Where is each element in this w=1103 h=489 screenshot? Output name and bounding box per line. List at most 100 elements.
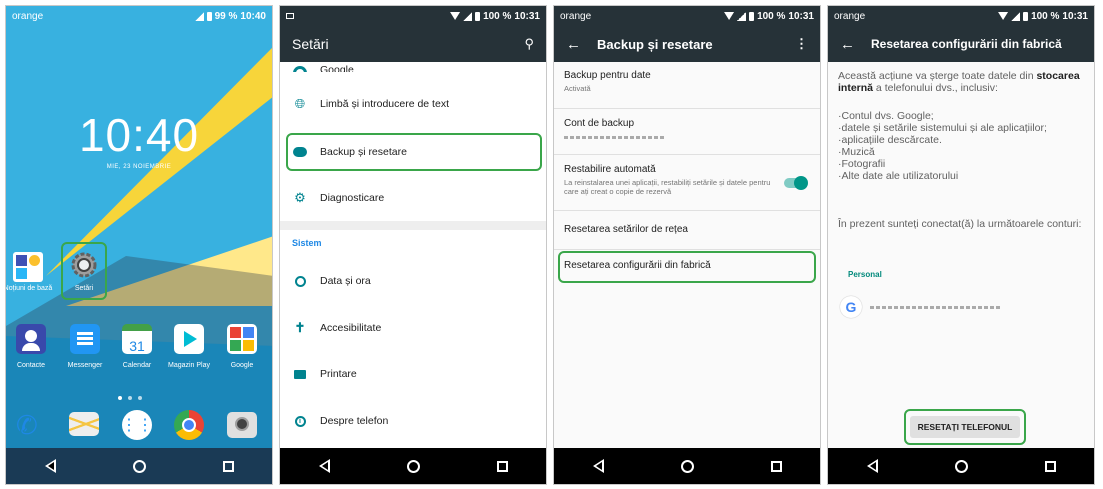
status-time: 10:40 [240, 10, 266, 22]
data-list: ·Contul dvs. Google; ·datele și setările… [838, 110, 1088, 182]
status-time: 10:31 [788, 10, 814, 22]
section-header-system: Sistem [292, 238, 322, 248]
clock-widget[interactable]: 10:40 [6, 108, 272, 162]
item-title: Cont de backup [564, 118, 635, 129]
app-drawer-icon[interactable]: ⋮⋮ [121, 410, 153, 440]
highlight-reset-button [904, 409, 1026, 445]
item-title: Resetarea setărilor de rețea [564, 224, 688, 235]
status-bar: orange 100 % 10:31 [554, 6, 820, 26]
calendar-icon[interactable]: 31 [122, 324, 152, 354]
page-indicator [118, 396, 142, 400]
auto-restore-toggle[interactable] [784, 176, 808, 190]
back-arrow-icon[interactable]: ← [840, 36, 855, 53]
divider [554, 249, 820, 250]
messenger-icon[interactable] [70, 324, 100, 354]
settings-item-language[interactable]: 🌐︎ Limbă și introducere de text [280, 81, 546, 127]
google-folder-label: Google [230, 362, 254, 369]
email-icon[interactable] [69, 412, 99, 436]
recents-icon[interactable] [1044, 460, 1056, 472]
item-title: Backup pentru date [564, 70, 651, 81]
settings-item-label: Printare [320, 368, 357, 380]
phone-icon[interactable]: ✆ [16, 410, 46, 440]
settings-item-label: Data și ora [320, 275, 371, 287]
battery-percent: 99 % [214, 10, 238, 22]
home-icon[interactable] [132, 459, 146, 473]
settings-item-label: Google [320, 64, 354, 72]
settings-item-accessibility[interactable]: ✝ Accesibilitate [280, 305, 546, 351]
back-icon[interactable] [44, 459, 56, 473]
home-icon[interactable] [954, 459, 968, 473]
carrier-label: orange [560, 10, 592, 22]
back-icon[interactable] [318, 459, 330, 473]
settings-item-label: Accesibilitate [320, 322, 382, 334]
printer-icon [294, 369, 306, 379]
highlight-settings [61, 242, 107, 300]
status-bar: 100 % 10:31 [280, 6, 546, 26]
overflow-menu-icon[interactable]: ⋮ [795, 36, 808, 52]
screenshot-icon [286, 12, 294, 19]
home-screen-panel: orange 99 % 10:40 10:40 MIE, 23 NOIEMBRIE… [5, 5, 273, 485]
home-icon[interactable] [406, 459, 420, 473]
settings-item-printing[interactable]: Printare [280, 351, 546, 397]
settings-item-label: Despre telefon [320, 415, 389, 427]
wifi-icon [998, 12, 1009, 20]
home-icon[interactable] [680, 459, 694, 473]
backup-data-item[interactable]: Backup pentru date Activată [564, 70, 812, 93]
blurred-account [564, 136, 664, 139]
google-icon: G [840, 296, 862, 318]
signal-icon [194, 11, 204, 21]
date-label: MIE, 23 NOIEMBRIE [106, 164, 172, 170]
nav-bar [6, 448, 272, 484]
settings-item-diagnostics[interactable]: ⚙ Diagnosticare [280, 175, 546, 221]
backup-account-item[interactable]: Cont de backup [564, 118, 812, 139]
carrier-label: orange [12, 10, 44, 22]
settings-item-google[interactable]: Google [280, 52, 546, 72]
signal-icon [1011, 11, 1021, 21]
item-subtitle: Activată [564, 84, 591, 93]
clock-icon [294, 275, 306, 287]
battery-icon [749, 11, 755, 21]
list-item: ·Fotografii [838, 158, 886, 170]
recents-icon[interactable] [222, 460, 234, 472]
auto-restore-item[interactable]: Restabilire automată La reinstalarea une… [564, 164, 774, 196]
getting-started-label: Noțiuni de bază [5, 285, 53, 292]
back-icon[interactable] [866, 459, 878, 473]
calendar-label: Calendar [122, 362, 152, 369]
divider [554, 210, 820, 211]
section-divider [280, 221, 546, 230]
list-item: ·Muzică [838, 146, 875, 158]
contacts-icon[interactable] [16, 324, 46, 354]
divider [554, 154, 820, 155]
play-store-icon[interactable] [174, 324, 204, 354]
item-subtitle: La reinstalarea unei aplicații, restabil… [564, 178, 771, 196]
recents-icon[interactable] [496, 460, 508, 472]
wifi-icon [724, 12, 735, 20]
intro-part: Această acțiune va șterge toate datele d… [838, 70, 1037, 82]
status-bar: orange 99 % 10:40 [6, 6, 272, 26]
back-icon[interactable] [592, 459, 604, 473]
settings-item-date-time[interactable]: Data și ora [280, 258, 546, 304]
divider [554, 108, 820, 109]
page-title: Backup și resetare [597, 36, 713, 52]
battery-icon [1023, 11, 1029, 21]
nav-bar [280, 448, 546, 484]
item-title: Restabilire automată [564, 164, 656, 175]
status-time: 10:31 [1062, 10, 1088, 22]
chrome-icon[interactable] [174, 410, 204, 440]
getting-started-icon[interactable] [13, 252, 43, 282]
recents-icon[interactable] [770, 460, 782, 472]
battery-icon [206, 11, 212, 21]
status-time: 10:31 [514, 10, 540, 22]
search-icon[interactable]: ⚲ [524, 36, 534, 52]
page-title: Resetarea configurării din fabrică [871, 37, 1062, 51]
battery-percent: 100 % [1031, 10, 1060, 22]
signal-icon [463, 11, 473, 21]
google-folder-icon[interactable] [227, 324, 257, 354]
back-arrow-icon[interactable]: ← [566, 36, 581, 53]
camera-icon[interactable] [227, 412, 257, 438]
signal-icon [737, 11, 747, 21]
messenger-label: Messenger [67, 362, 103, 369]
network-reset-item[interactable]: Resetarea setărilor de rețea [564, 224, 812, 235]
carrier-label: orange [834, 10, 866, 22]
settings-item-about-phone[interactable]: i Despre telefon [280, 398, 546, 444]
